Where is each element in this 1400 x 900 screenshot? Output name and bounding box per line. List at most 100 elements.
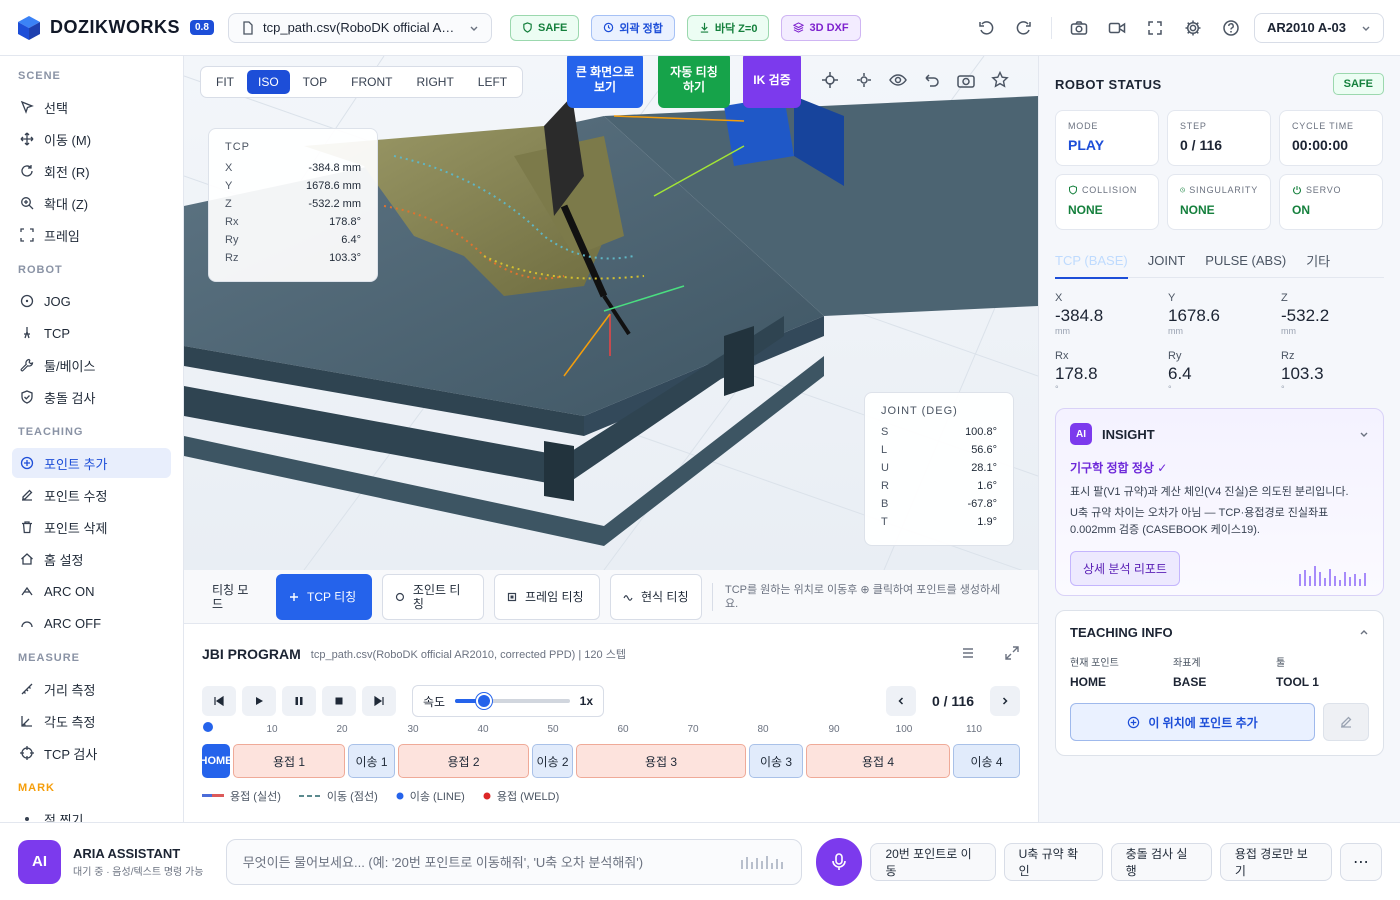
timeline-segment-weld[interactable]: 용접 3 bbox=[576, 744, 746, 778]
nav-tcp[interactable]: TCP bbox=[12, 318, 171, 348]
nav-label: 선택 bbox=[44, 100, 68, 116]
detail-report-button[interactable]: 상세 분석 리포트 bbox=[1070, 551, 1180, 586]
nav-set-home[interactable]: 홈 설정 bbox=[12, 544, 171, 574]
joint-teach-button[interactable]: 조인트 티칭 bbox=[382, 573, 484, 620]
frame-teach-button[interactable]: 프레임 티칭 bbox=[494, 573, 600, 620]
timeline-playhead[interactable] bbox=[203, 722, 213, 732]
version-badge: 0.8 bbox=[190, 20, 214, 35]
video-icon[interactable] bbox=[1106, 17, 1128, 39]
coord-tab[interactable]: PULSE (ABS) bbox=[1205, 244, 1286, 278]
nav-move[interactable]: 이동 (M) bbox=[12, 124, 171, 154]
expand-icon[interactable] bbox=[1004, 645, 1020, 664]
tcp-teach-button[interactable]: TCP 티칭 bbox=[276, 573, 372, 620]
quick-action-weld-path[interactable]: 용접 경로만 보기 bbox=[1219, 842, 1332, 881]
speed-slider-knob[interactable] bbox=[475, 693, 492, 709]
quick-action-u-axis[interactable]: U축 규약 확인 bbox=[1003, 842, 1103, 881]
top-bar: DOZIKWORKS 0.8 tcp_path.csv(RoboDK offic… bbox=[0, 0, 1400, 56]
chevron-down-icon bbox=[1362, 26, 1370, 31]
teach-mode-text: 티칭 모드 bbox=[212, 582, 249, 611]
nav-tool-base[interactable]: 툴/베이스 bbox=[12, 350, 171, 380]
next-page-button[interactable] bbox=[990, 686, 1020, 716]
nav-select[interactable]: 선택 bbox=[12, 92, 171, 122]
3d-viewport[interactable]: FIT ISO TOP FRONT RIGHT LEFT 큰 화면으로 보기 자동 티칭 … bbox=[184, 56, 1038, 570]
target-icon bbox=[20, 294, 34, 308]
nav-frame[interactable]: 프레임 bbox=[12, 220, 171, 250]
view-iso-button[interactable]: ISO bbox=[247, 70, 290, 94]
nav-measure-angle[interactable]: 각도 측정 bbox=[12, 706, 171, 736]
mic-button[interactable] bbox=[815, 837, 863, 886]
nav-arc-on[interactable]: ARC ON bbox=[12, 576, 171, 606]
chevron-down-icon[interactable] bbox=[1359, 429, 1369, 439]
crosshair-icon[interactable] bbox=[820, 70, 840, 90]
help-icon[interactable] bbox=[1220, 17, 1242, 39]
quick-action-collision[interactable]: 충돌 검사 실행 bbox=[1110, 842, 1212, 881]
assistant-input[interactable]: 무엇이든 물어보세요... (예: '20번 포인트로 이동해줘', 'U축 오… bbox=[225, 838, 802, 885]
timeline-segment-weld[interactable]: 용접 2 bbox=[398, 744, 529, 778]
nav-collision[interactable]: 충돌 검사 bbox=[12, 382, 171, 412]
skip-forward-button[interactable] bbox=[362, 686, 396, 716]
timeline-segment-move[interactable]: 이송 4 bbox=[953, 744, 1020, 778]
fullscreen-view-button[interactable]: 큰 화면으로 보기 bbox=[567, 56, 643, 108]
camera-icon[interactable] bbox=[956, 70, 976, 90]
nav-arc-off[interactable]: ARC OFF bbox=[12, 608, 171, 638]
undo-icon[interactable] bbox=[922, 70, 942, 90]
more-button[interactable]: ⋯ bbox=[1339, 842, 1382, 881]
nav-jog[interactable]: JOG bbox=[12, 286, 171, 316]
coord-tab[interactable]: JOINT bbox=[1148, 244, 1186, 278]
outline-fit-chip[interactable]: 외곽 정합 bbox=[591, 14, 675, 41]
view-front-button[interactable]: FRONT bbox=[340, 70, 403, 94]
view-top-button[interactable]: TOP bbox=[292, 70, 338, 94]
skip-back-button[interactable] bbox=[202, 686, 236, 716]
floor-chip[interactable]: 바닥 Z=0 bbox=[686, 14, 770, 41]
coord-tab[interactable]: TCP (BASE) bbox=[1055, 244, 1128, 279]
nav-zoom[interactable]: 확대 (Z) bbox=[12, 188, 171, 218]
fullscreen-icon[interactable] bbox=[1144, 17, 1166, 39]
prev-page-button[interactable] bbox=[885, 686, 916, 716]
redo-icon[interactable] bbox=[1013, 17, 1035, 39]
current-teach-button[interactable]: 현식 티칭 bbox=[610, 573, 702, 620]
list-icon[interactable] bbox=[960, 645, 976, 664]
row-key: Rz bbox=[225, 252, 239, 264]
nav-measure-distance[interactable]: 거리 측정 bbox=[12, 674, 171, 704]
nav-delete-point[interactable]: 포인트 삭제 bbox=[12, 512, 171, 542]
edit-point-button[interactable] bbox=[1323, 703, 1369, 741]
undo-icon[interactable] bbox=[975, 17, 997, 39]
nav-mark-point[interactable]: 점 찍기 bbox=[12, 804, 171, 822]
add-point-here-label: 이 위치에 포인트 추가 bbox=[1148, 715, 1258, 730]
timeline-segment-move[interactable]: 이송 3 bbox=[749, 744, 803, 778]
nav-add-point[interactable]: 포인트 추가 bbox=[12, 448, 171, 478]
timeline-segment-home[interactable]: HOME bbox=[202, 744, 230, 778]
gear-icon[interactable] bbox=[1182, 17, 1204, 39]
view-left-button[interactable]: LEFT bbox=[467, 70, 518, 94]
timeline-segment-move[interactable]: 이송 2 bbox=[532, 744, 573, 778]
play-button[interactable] bbox=[242, 686, 276, 716]
view-right-button[interactable]: RIGHT bbox=[405, 70, 464, 94]
timeline-segment-move[interactable]: 이송 1 bbox=[348, 744, 395, 778]
nav-edit-point[interactable]: 포인트 수정 bbox=[12, 480, 171, 510]
safe-chip[interactable]: SAFE bbox=[510, 14, 580, 41]
target-icon[interactable] bbox=[854, 70, 874, 90]
ik-verify-label: IK 검증 bbox=[753, 72, 791, 87]
timeline-segment-weld[interactable]: 용접 4 bbox=[806, 744, 950, 778]
ik-verify-button[interactable]: IK 검증 bbox=[743, 56, 801, 108]
star-icon[interactable] bbox=[990, 70, 1010, 90]
quick-action-goto-point[interactable]: 20번 포인트로 이동 bbox=[870, 842, 996, 881]
nav-tcp-check[interactable]: TCP 검사 bbox=[12, 738, 171, 768]
chevron-up-icon[interactable] bbox=[1359, 628, 1369, 638]
add-point-here-button[interactable]: 이 위치에 포인트 추가 bbox=[1070, 703, 1315, 741]
robot-select[interactable]: AR2010 A-03 bbox=[1254, 12, 1384, 43]
stop-button[interactable] bbox=[322, 686, 356, 716]
dxf-chip[interactable]: 3D DXF bbox=[781, 14, 861, 41]
coord-tab[interactable]: 기타 bbox=[1306, 244, 1330, 278]
assistant-avatar: AI bbox=[18, 839, 62, 884]
nav-rotate[interactable]: 회전 (R) bbox=[12, 156, 171, 186]
speed-slider[interactable] bbox=[455, 693, 570, 709]
timeline-segment-weld[interactable]: 용접 1 bbox=[233, 744, 345, 778]
auto-teach-button[interactable]: 자동 티칭 하기 bbox=[658, 56, 730, 108]
camera-icon[interactable] bbox=[1068, 17, 1090, 39]
eye-icon[interactable] bbox=[888, 70, 908, 90]
file-select[interactable]: tcp_path.csv(RoboDK official AR2010, cor… bbox=[228, 12, 492, 43]
view-fit-button[interactable]: FIT bbox=[205, 70, 245, 94]
pause-button[interactable] bbox=[282, 686, 316, 716]
plus-icon bbox=[290, 592, 298, 601]
